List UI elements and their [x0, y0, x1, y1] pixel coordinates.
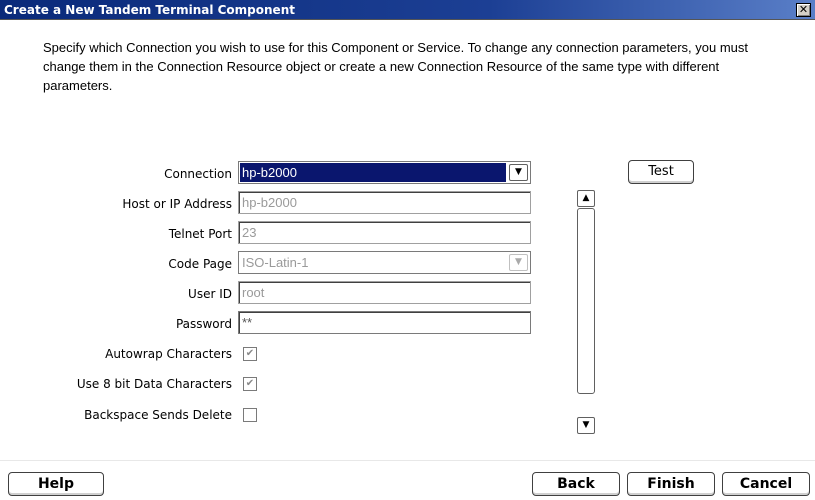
connection-value: hp-b2000 — [240, 163, 506, 182]
host-label: Host or IP Address — [122, 197, 232, 211]
chevron-down-icon[interactable]: ▼ — [509, 164, 528, 181]
user-id-label: User ID — [188, 287, 232, 301]
checkmark-icon: ✔ — [245, 348, 255, 359]
test-button[interactable]: Test — [628, 160, 694, 184]
back-button[interactable]: Back — [532, 472, 620, 496]
connection-label: Connection — [164, 167, 232, 181]
close-icon: ✕ — [798, 3, 809, 16]
chevron-up-icon[interactable]: ▲ — [577, 190, 595, 207]
eight-bit-checkbox[interactable]: ✔ — [243, 377, 257, 391]
autowrap-checkbox[interactable]: ✔ — [243, 347, 257, 361]
user-id-field[interactable]: root — [238, 281, 531, 304]
password-field[interactable]: ** — [238, 311, 531, 334]
code-page-select[interactable]: ISO-Latin-1 ▼ — [238, 251, 531, 274]
window-title: Create a New Tandem Terminal Component — [4, 3, 295, 17]
cancel-button[interactable]: Cancel — [722, 472, 810, 496]
host-field[interactable]: hp-b2000 — [238, 191, 531, 214]
chevron-down-icon[interactable]: ▼ — [577, 417, 595, 434]
password-label: Password — [175, 317, 232, 331]
help-button[interactable]: Help — [8, 472, 104, 496]
backspace-label: Backspace Sends Delete — [84, 408, 232, 422]
close-button[interactable]: ✕ — [796, 3, 811, 17]
chevron-down-icon[interactable]: ▼ — [509, 254, 528, 271]
scrollbar-thumb[interactable] — [577, 208, 595, 394]
code-page-value: ISO-Latin-1 — [242, 255, 309, 270]
eight-bit-label: Use 8 bit Data Characters — [76, 377, 232, 391]
autowrap-label: Autowrap Characters — [105, 347, 232, 361]
title-bar: Create a New Tandem Terminal Component ✕ — [0, 0, 815, 20]
telnet-port-label: Telnet Port — [168, 227, 232, 241]
checkmark-icon: ✔ — [245, 378, 255, 389]
finish-button[interactable]: Finish — [627, 472, 715, 496]
telnet-port-field[interactable]: 23 — [238, 221, 531, 244]
footer-divider — [0, 460, 815, 461]
backspace-checkbox[interactable] — [243, 408, 257, 422]
connection-select[interactable]: hp-b2000 ▼ — [238, 161, 531, 184]
code-page-label: Code Page — [168, 257, 232, 271]
form-scrollbar[interactable]: ▲ ▼ — [577, 190, 595, 435]
instructions-text: Specify which Connection you wish to use… — [43, 40, 749, 93]
